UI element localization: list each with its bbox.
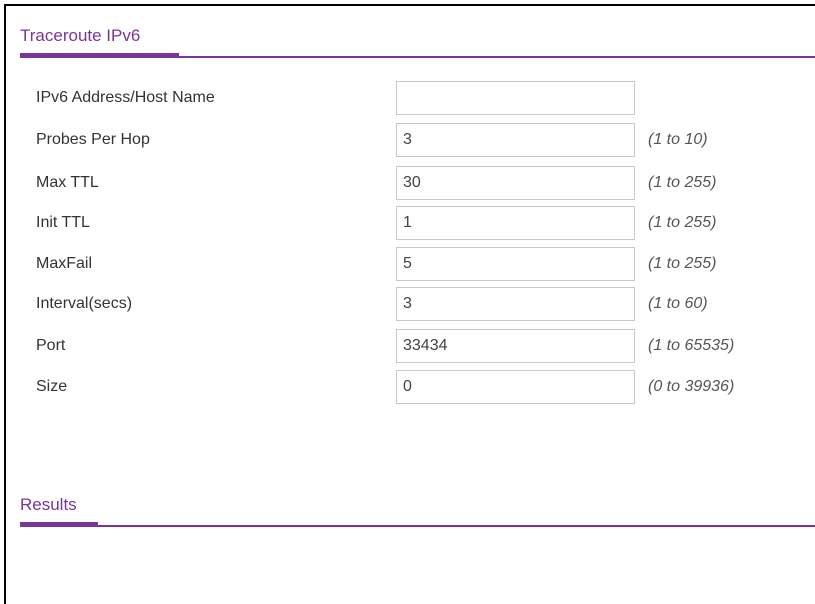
maxfail-range: (1 to 255) [648,255,717,272]
max-ttl-range: (1 to 255) [648,174,717,191]
form-row-port: Port (1 to 65535) [0,329,815,363]
init-ttl-range: (1 to 255) [648,214,717,231]
probes-per-hop-label: Probes Per Hop [36,131,150,148]
results-title: Results [20,495,98,527]
size-input[interactable] [396,370,635,404]
interval-input[interactable] [396,287,635,321]
maxfail-label: MaxFail [36,255,93,272]
port-range: (1 to 65535) [648,337,735,354]
ipv6-address-input[interactable] [396,81,635,115]
results-section-header: Results [20,491,815,527]
size-label: Size [36,378,68,395]
ipv6-address-label: IPv6 Address/Host Name [36,89,215,106]
results-area [20,528,815,579]
interval-range: (1 to 60) [648,295,708,312]
form-row-init-ttl: Init TTL (1 to 255) [0,206,815,240]
init-ttl-label: Init TTL [36,214,90,231]
port-input[interactable] [396,329,635,363]
form-row-interval: Interval(secs) (1 to 60) [0,287,815,321]
probes-per-hop-input[interactable] [396,123,635,157]
form-row-max-ttl: Max TTL (1 to 255) [0,166,815,200]
form-row-maxfail: MaxFail (1 to 255) [0,247,815,281]
probes-per-hop-range: (1 to 10) [648,131,708,148]
init-ttl-input[interactable] [396,206,635,240]
size-range: (0 to 39936) [648,378,735,395]
port-label: Port [36,337,66,354]
traceroute-ipv6-section-header: Traceroute IPv6 [20,22,815,58]
form-row-size: Size (0 to 39936) [0,370,815,404]
max-ttl-input[interactable] [396,166,635,200]
interval-label: Interval(secs) [36,295,133,312]
form-row-ipv6-address: IPv6 Address/Host Name [0,81,815,115]
maxfail-input[interactable] [396,247,635,281]
traceroute-ipv6-title: Traceroute IPv6 [20,26,179,58]
form-row-probes-per-hop: Probes Per Hop (1 to 10) [0,123,815,157]
max-ttl-label: Max TTL [36,174,99,191]
